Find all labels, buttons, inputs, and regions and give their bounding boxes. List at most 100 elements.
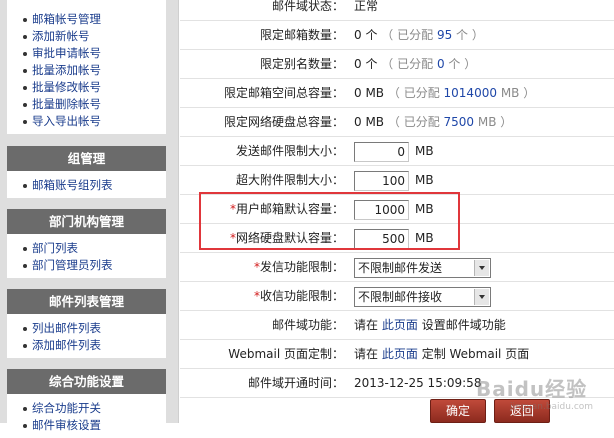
- row-alias-quota: 限定别名数量： 0 个 （ 已分配 0 个 ）: [180, 50, 614, 79]
- domain-func-value: 请在 此页面 设置邮件域功能: [354, 311, 506, 339]
- sidebar-item-batch-add[interactable]: 批量添加帐号: [23, 62, 166, 79]
- row-recv-restrict: *收信功能限制： 不限制邮件接收: [180, 282, 614, 311]
- assigned-prefix: （ 已分配: [381, 57, 434, 71]
- sidebar-link[interactable]: 添加新帐号: [32, 29, 90, 43]
- sidebar-item-batch-delete[interactable]: 批量删除帐号: [23, 96, 166, 113]
- value-text: 0 个: [354, 57, 378, 71]
- webmail-label: Webmail 页面定制：: [228, 347, 344, 361]
- row-send-limit: 发送邮件限制大小： 0 MB: [180, 137, 614, 166]
- mailbox-quota-value: 0 个 （ 已分配 95 个 ）: [354, 21, 484, 49]
- assigned-count: 0: [436, 57, 445, 71]
- send-limit-label: 发送邮件限制大小：: [235, 144, 344, 158]
- attach-limit-value: 100 MB: [354, 166, 434, 194]
- sidebar-item-dept-admins[interactable]: 部门管理员列表: [23, 257, 166, 274]
- sidebar-item-add-maillist[interactable]: 添加邮件列表: [23, 337, 166, 354]
- sidebar-link[interactable]: 列出邮件列表: [32, 321, 101, 335]
- mailbox-space-value: 0 MB （ 已分配 1014000 MB ）: [354, 79, 535, 107]
- sidebar-item-group-list[interactable]: 邮箱账号组列表: [23, 177, 166, 194]
- sidebar-link[interactable]: 邮箱账号组列表: [32, 178, 113, 192]
- sidebar-link[interactable]: 批量修改帐号: [32, 80, 101, 94]
- text-pre: 请在: [354, 347, 379, 361]
- assigned-count: 95: [436, 28, 453, 42]
- sidebar-item-account-manage[interactable]: 邮箱帐号管理: [23, 11, 166, 28]
- attach-limit-label: 超大附件限制大小：: [235, 173, 344, 187]
- sidebar-link[interactable]: 批量添加帐号: [32, 63, 101, 77]
- assigned-suffix: MB ）: [477, 115, 513, 129]
- recv-restrict-label: *收信功能限制：: [180, 282, 344, 310]
- row-disk-space: 限定网络硬盘总容量： 0 MB （ 已分配 7500 MB ）: [180, 108, 614, 137]
- value-text: 0 个: [354, 28, 378, 42]
- mailbox-quota-label: 限定邮箱数量：: [259, 28, 344, 42]
- assigned-count: 1014000: [443, 86, 497, 100]
- watermark-text: Baidu经验: [476, 377, 588, 401]
- highlight-box: [199, 192, 460, 250]
- mailbox-space-label: 限定邮箱空间总容量：: [223, 86, 344, 100]
- value-text: 0 MB: [354, 115, 385, 129]
- sidebar-link[interactable]: 邮箱帐号管理: [32, 12, 101, 26]
- sidebar-link[interactable]: 添加邮件列表: [32, 338, 101, 352]
- sidebar-link[interactable]: 邮件审核设置: [32, 418, 101, 432]
- webmail-link[interactable]: 此页面: [382, 347, 418, 361]
- label-text: 发信功能限制：: [259, 260, 344, 274]
- opened-time-value: 2013-12-25 15:09:58: [354, 376, 482, 390]
- dept-panel-title: 部门机构管理: [7, 209, 166, 234]
- sidebar-item-add-account[interactable]: 添加新帐号: [23, 28, 166, 45]
- row-attach-limit: 超大附件限制大小： 100 MB: [180, 166, 614, 195]
- sidebar-item-list-maillists[interactable]: 列出邮件列表: [23, 320, 166, 337]
- general-panel: 综合功能设置 综合功能开关 邮件审核设置: [7, 369, 166, 432]
- sidebar-link[interactable]: 部门管理员列表: [32, 258, 113, 272]
- domain-func-label: 邮件域功能：: [271, 318, 344, 332]
- text-pre: 请在: [354, 318, 379, 332]
- sidebar-link[interactable]: 综合功能开关: [32, 401, 101, 415]
- assigned-suffix: 个 ）: [456, 28, 484, 42]
- chevron-down-icon[interactable]: [474, 259, 489, 276]
- status-value: 正常: [354, 0, 379, 13]
- sidebar-item-import-export[interactable]: 导入导出帐号: [23, 113, 166, 130]
- alias-quota-value: 0 个 （ 已分配 0 个 ）: [354, 50, 476, 78]
- maillist-panel-title: 邮件列表管理: [7, 289, 166, 314]
- sidebar-item-mail-audit[interactable]: 邮件审核设置: [23, 417, 166, 434]
- status-label: 邮件域状态：: [271, 0, 344, 13]
- send-restrict-label: *发信功能限制：: [180, 253, 344, 281]
- text-post: 定制 Webmail 页面: [421, 347, 530, 361]
- sidebar: 邮箱帐号管理 添加新帐号 审批申请帐号 批量添加帐号 批量修改帐号 批量删除帐号…: [0, 0, 178, 432]
- row-status: 邮件域状态： 正常: [180, 0, 614, 21]
- assigned-suffix: 个 ）: [448, 57, 477, 71]
- send-restrict-select[interactable]: 不限制邮件发送: [354, 257, 491, 278]
- sidebar-link[interactable]: 审批申请帐号: [32, 46, 101, 60]
- opened-time-label: 邮件域开通时间：: [247, 376, 344, 390]
- sidebar-link[interactable]: 导入导出帐号: [32, 114, 101, 128]
- sidebar-item-feature-switch[interactable]: 综合功能开关: [23, 400, 166, 417]
- assigned-prefix: （ 已分配: [387, 86, 440, 100]
- domain-func-link[interactable]: 此页面: [382, 318, 418, 332]
- text-post: 设置邮件域功能: [421, 318, 506, 332]
- value-text: 0 MB: [354, 86, 385, 100]
- alias-quota-label: 限定别名数量：: [259, 57, 344, 71]
- assigned-prefix: （ 已分配: [387, 115, 440, 129]
- group-panel-title: 组管理: [7, 146, 166, 171]
- send-limit-value: 0 MB: [354, 137, 434, 165]
- row-mailbox-space: 限定邮箱空间总容量： 0 MB （ 已分配 1014000 MB ）: [180, 79, 614, 108]
- chevron-down-icon[interactable]: [474, 288, 489, 305]
- disk-space-value: 0 MB （ 已分配 7500 MB ）: [354, 108, 512, 136]
- watermark-sub: jingyan.baidu.com: [510, 402, 594, 412]
- label-text: 收信功能限制：: [259, 289, 344, 303]
- account-panel: 邮箱帐号管理 添加新帐号 审批申请帐号 批量添加帐号 批量修改帐号 批量删除帐号…: [7, 0, 166, 134]
- sidebar-link[interactable]: 批量删除帐号: [32, 97, 101, 111]
- recv-restrict-value: 不限制邮件接收: [354, 282, 491, 310]
- attach-limit-input[interactable]: 100: [354, 170, 409, 191]
- recv-restrict-select[interactable]: 不限制邮件接收: [354, 286, 491, 307]
- general-panel-title: 综合功能设置: [7, 369, 166, 394]
- webmail-value: 请在 此页面 定制 Webmail 页面: [354, 340, 529, 368]
- send-restrict-value: 不限制邮件发送: [354, 253, 491, 281]
- row-mailbox-quota: 限定邮箱数量： 0 个 （ 已分配 95 个 ）: [180, 21, 614, 50]
- sidebar-item-dept-list[interactable]: 部门列表: [23, 240, 166, 257]
- unit-label: MB: [415, 144, 434, 158]
- send-limit-input[interactable]: 0: [354, 141, 409, 162]
- sidebar-link[interactable]: 部门列表: [32, 241, 78, 255]
- sidebar-item-approve-account[interactable]: 审批申请帐号: [23, 45, 166, 62]
- selected-option: 不限制邮件接收: [358, 289, 443, 304]
- sidebar-item-batch-edit[interactable]: 批量修改帐号: [23, 79, 166, 96]
- dept-panel: 部门机构管理 部门列表 部门管理员列表: [7, 209, 166, 278]
- selected-option: 不限制邮件发送: [358, 260, 443, 275]
